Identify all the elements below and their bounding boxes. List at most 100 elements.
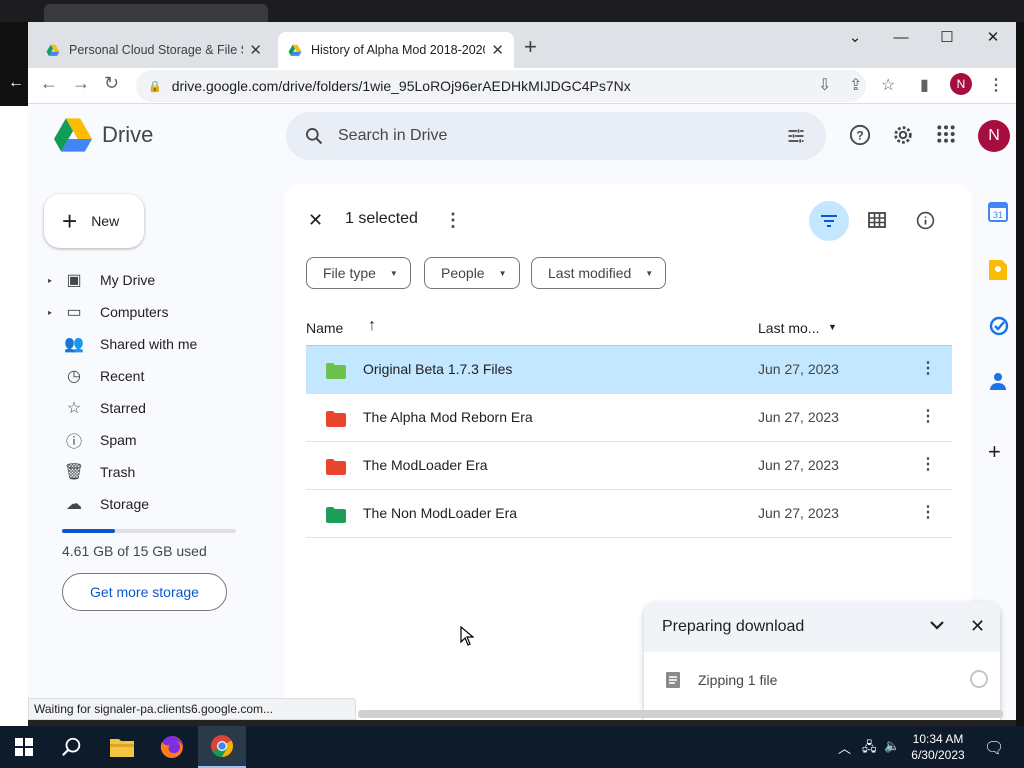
collapse-chevron-icon[interactable]	[930, 618, 944, 636]
taskbar-firefox[interactable]	[148, 726, 196, 768]
sidebar-item-label: Starred	[100, 400, 146, 416]
taskbar-search-button[interactable]	[48, 726, 96, 768]
taskbar-file-explorer[interactable]	[98, 726, 146, 768]
shared-icon: 👥	[64, 336, 84, 353]
apps-grid-icon[interactable]	[936, 124, 956, 150]
file-row[interactable]: The Alpha Mod Reborn Era Jun 27, 2023 ⋮	[306, 394, 952, 442]
browser-profile-avatar[interactable]: N	[950, 73, 972, 95]
settings-gear-icon[interactable]	[892, 124, 914, 152]
new-tab-plus-icon[interactable]: +	[524, 34, 537, 60]
background-window-content	[0, 106, 28, 746]
file-type-filter-chip[interactable]: File type ▼	[306, 257, 411, 289]
notifications-icon[interactable]: 🗨	[984, 738, 1004, 758]
file-more-actions-icon[interactable]: ⋮	[920, 454, 936, 474]
sort-dropdown-arrow-icon[interactable]: ▼	[828, 322, 837, 332]
taskbar-chrome[interactable]	[198, 726, 246, 768]
new-button[interactable]: + New	[44, 194, 144, 248]
bookmark-star-icon[interactable]: ☆	[881, 75, 895, 95]
tasks-icon[interactable]	[989, 316, 1009, 341]
file-row[interactable]: Original Beta 1.7.3 Files Jun 27, 2023 ⋮	[306, 346, 952, 394]
name-column-header[interactable]: Name	[306, 320, 343, 336]
start-button[interactable]	[0, 726, 48, 768]
sidebar-item-my-drive[interactable]: ▸ ▣ My Drive	[48, 264, 278, 296]
show-hidden-icons-chevron-icon[interactable]: ︿	[838, 738, 851, 757]
filter-toggle-button[interactable]	[809, 201, 849, 241]
new-button-label: New	[91, 213, 120, 229]
sidebar-item-recent[interactable]: ◷ Recent	[48, 360, 278, 392]
file-modified-date: Jun 27, 2023	[758, 409, 839, 425]
sidebar-item-label: Computers	[100, 304, 169, 320]
people-filter-chip[interactable]: People ▼	[424, 257, 520, 289]
my-drive-icon: ▣	[66, 272, 82, 289]
sidebar-item-spam[interactable]: ⓘ Spam	[48, 424, 278, 456]
address-bar[interactable]: 🔒 drive.google.com/drive/folders/1wie_95…	[136, 70, 866, 102]
file-more-actions-icon[interactable]: ⋮	[920, 358, 936, 378]
sidebar-item-shared-with-me[interactable]: 👥 Shared with me	[48, 328, 278, 360]
tab-search-chevron-icon[interactable]: ⌄	[832, 22, 878, 52]
sidebar-item-label: Shared with me	[100, 336, 198, 352]
network-icon[interactable]: 🖧	[862, 738, 877, 760]
expand-caret-icon[interactable]: ▸	[48, 276, 58, 285]
last-modified-filter-chip[interactable]: Last modified ▼	[531, 257, 667, 289]
sidebar-item-storage[interactable]: ☁ Storage	[48, 488, 278, 520]
reload-icon[interactable]: ↻	[104, 73, 119, 94]
file-row[interactable]: The ModLoader Era Jun 27, 2023 ⋮	[306, 442, 952, 490]
chrome-icon	[211, 735, 233, 757]
share-icon[interactable]: ⇪	[849, 75, 862, 95]
file-name: Original Beta 1.7.3 Files	[363, 361, 513, 377]
chip-label: Last modified	[548, 265, 632, 281]
trash-icon: 🗑	[63, 464, 85, 481]
get-add-ons-plus-icon[interactable]: +	[988, 439, 1001, 465]
minimize-icon[interactable]: —	[878, 22, 924, 52]
forward-icon[interactable]: →	[72, 73, 90, 94]
back-icon[interactable]: ←	[40, 73, 58, 94]
search-options-icon[interactable]	[786, 126, 806, 146]
install-icon[interactable]: ⇩	[818, 75, 831, 95]
search-bar[interactable]: Search in Drive	[286, 112, 826, 160]
last-modified-column-header[interactable]: Last mo...	[758, 320, 819, 336]
grid-view-icon[interactable]	[868, 212, 886, 233]
lock-icon[interactable]: 🔒	[148, 80, 162, 93]
drive-logo[interactable]: Drive	[54, 118, 153, 152]
contacts-icon[interactable]	[990, 372, 1006, 395]
close-tab-icon[interactable]: ✕	[491, 41, 504, 59]
tab-title: Personal Cloud Storage & File Sh	[69, 43, 244, 57]
sidebar-item-trash[interactable]: 🗑 Trash	[48, 456, 278, 488]
dropdown-arrow-icon: ▼	[498, 268, 507, 278]
tab-personal-cloud[interactable]: Personal Cloud Storage & File Sh ✕	[36, 32, 272, 68]
more-actions-icon[interactable]: ⋮	[444, 210, 462, 231]
help-icon[interactable]: ?	[849, 124, 871, 152]
keep-icon[interactable]	[989, 260, 1007, 285]
sidebar-item-label: My Drive	[100, 272, 156, 288]
sidebar-item-starred[interactable]: ☆ Starred	[48, 392, 278, 424]
download-panel-title: Preparing download	[662, 618, 805, 635]
get-more-storage-button[interactable]: Get more storage	[62, 573, 227, 611]
details-info-icon[interactable]	[916, 211, 935, 235]
google-drive-favicon-icon	[46, 44, 60, 56]
file-more-actions-icon[interactable]: ⋮	[920, 406, 936, 426]
clear-selection-close-icon[interactable]: ✕	[308, 210, 323, 231]
tab-bar: Personal Cloud Storage & File Sh ✕ Histo…	[28, 22, 1016, 68]
horizontal-scrollbar[interactable]	[358, 710, 1003, 718]
search-icon[interactable]	[304, 126, 324, 146]
tab-history-alpha-mod[interactable]: History of Alpha Mod 2018-2020 ✕	[278, 32, 514, 68]
download-item-text: Zipping 1 file	[698, 672, 778, 688]
file-row[interactable]: The Non ModLoader Era Jun 27, 2023 ⋮	[306, 490, 952, 538]
calendar-icon[interactable]: 31	[988, 202, 1008, 227]
expand-caret-icon[interactable]: ▸	[48, 308, 58, 317]
close-download-panel-icon[interactable]: ✕	[970, 616, 985, 637]
account-avatar[interactable]: N	[978, 120, 1010, 152]
maximize-icon[interactable]: ☐	[924, 22, 970, 52]
window-close-icon[interactable]: ✕	[970, 22, 1016, 52]
file-more-actions-icon[interactable]: ⋮	[920, 502, 936, 522]
browser-menu-icon[interactable]: ⋮	[988, 75, 1004, 95]
system-clock[interactable]: 10:34 AM 6/30/2023	[898, 731, 978, 763]
side-panel-icon[interactable]: ▮	[920, 75, 929, 95]
svg-text:31: 31	[993, 210, 1003, 220]
search-input[interactable]: Search in Drive	[338, 127, 447, 145]
sort-ascending-arrow-icon[interactable]: ↑	[368, 317, 376, 335]
sidebar-item-label: Storage	[100, 496, 150, 512]
file-modified-date: Jun 27, 2023	[758, 457, 839, 473]
close-tab-icon[interactable]: ✕	[249, 41, 262, 59]
sidebar-item-computers[interactable]: ▸ ▭ Computers	[48, 296, 278, 328]
